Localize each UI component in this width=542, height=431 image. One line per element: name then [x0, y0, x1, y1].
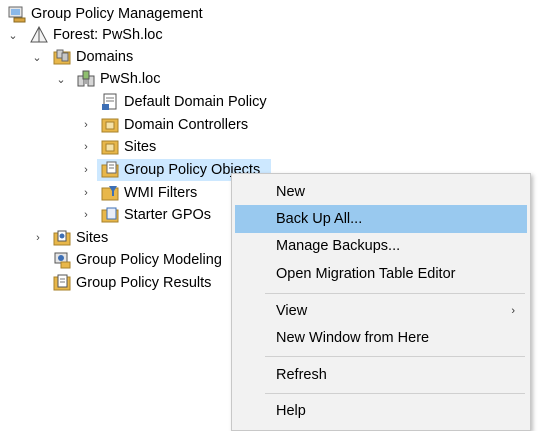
menu-item-label: New: [276, 184, 306, 200]
tree-label: Group Policy Modeling: [76, 252, 222, 268]
tree-label: Forest: PwSh.loc: [53, 27, 163, 43]
menu-item-label: Manage Backups...: [276, 238, 401, 254]
gpmc-icon: [8, 5, 26, 23]
tree-label: Sites: [124, 139, 157, 155]
tree-label: Starter GPOs: [124, 207, 212, 223]
chevron-right-icon[interactable]: ›: [79, 204, 93, 226]
tree-label: Domains: [76, 49, 134, 65]
menu-item-label: Refresh: [276, 367, 327, 383]
tree-node-domain[interactable]: PwSh.loc: [77, 68, 160, 90]
tree-node-starter-gpos[interactable]: Starter GPOs: [101, 204, 211, 226]
chevron-right-icon[interactable]: ›: [79, 136, 93, 158]
starter-gpo-folder-icon: [101, 206, 119, 224]
tree-node-root[interactable]: Group Policy Management: [8, 3, 203, 25]
domain-icon: [77, 70, 95, 88]
tree-label: Sites: [76, 230, 109, 246]
chevron-down-icon[interactable]: ⌄: [30, 46, 44, 68]
menu-item-label: View: [276, 303, 308, 319]
tree-node-group-policy-results[interactable]: Group Policy Results: [53, 272, 211, 294]
menu-item-back-up-all[interactable]: Back Up All...: [235, 205, 527, 233]
tree-node-sites-sub[interactable]: Sites: [101, 136, 156, 158]
chevron-right-icon[interactable]: ›: [79, 182, 93, 204]
tree-node-forest[interactable]: Forest: PwSh.loc: [30, 24, 163, 46]
tree-label: Group Policy Management: [31, 6, 203, 22]
menu-item-open-migration-table-editor[interactable]: Open Migration Table Editor: [235, 260, 527, 288]
menu-separator: [265, 293, 525, 294]
chevron-right-icon[interactable]: ›: [79, 159, 93, 181]
menu-item-manage-backups[interactable]: Manage Backups...: [235, 232, 527, 260]
tree-node-default-domain-policy[interactable]: Default Domain Policy: [101, 91, 267, 113]
forest-icon: [30, 25, 48, 44]
tree-label: Default Domain Policy: [124, 94, 267, 110]
tree-node-domain-controllers[interactable]: Domain Controllers: [101, 114, 248, 136]
chevron-down-icon[interactable]: ⌄: [6, 24, 20, 46]
results-icon: [53, 274, 71, 292]
tree-label: WMI Filters: [124, 185, 198, 201]
sites-folder-icon: [101, 138, 119, 156]
tree-label: PwSh.loc: [100, 71, 161, 87]
tree-label: Group Policy Results: [76, 275, 212, 291]
menu-item-label: New Window from Here: [276, 330, 430, 346]
wmi-folder-icon: [101, 184, 119, 202]
tree-node-domains[interactable]: Domains: [53, 46, 133, 68]
tree-node-sites[interactable]: Sites: [53, 227, 108, 249]
domains-folder-icon: [53, 48, 71, 66]
gpo-folder-icon: [101, 161, 119, 179]
menu-item-label: Back Up All...: [276, 211, 363, 227]
menu-item-label: Help: [276, 403, 306, 419]
chevron-down-icon[interactable]: ⌄: [54, 68, 68, 90]
sites-icon: [53, 229, 71, 247]
modeling-icon: [53, 251, 71, 269]
menu-separator: [265, 356, 525, 357]
menu-item-view[interactable]: View ›: [235, 297, 527, 325]
tree-node-wmi-filters[interactable]: WMI Filters: [101, 182, 197, 204]
menu-separator: [265, 393, 525, 394]
menu-item-label: Open Migration Table Editor: [276, 266, 456, 282]
menu-item-new-window-from-here[interactable]: New Window from Here: [235, 324, 527, 352]
menu-item-refresh[interactable]: Refresh: [235, 361, 527, 389]
tree-node-group-policy-modeling[interactable]: Group Policy Modeling: [53, 249, 222, 271]
submenu-arrow-icon: ›: [511, 305, 515, 317]
chevron-right-icon[interactable]: ›: [31, 227, 45, 249]
menu-item-new[interactable]: New: [235, 178, 527, 206]
gpo-link-icon: [101, 93, 119, 111]
chevron-right-icon[interactable]: ›: [79, 114, 93, 136]
ou-folder-icon: [101, 116, 119, 134]
menu-item-help[interactable]: Help: [235, 397, 527, 425]
tree-label: Domain Controllers: [124, 117, 249, 133]
context-menu: New Back Up All... Manage Backups... Ope…: [231, 173, 531, 431]
